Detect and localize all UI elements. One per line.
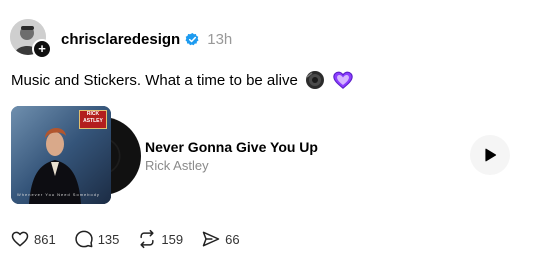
song-title[interactable]: Never Gonna Give You Up	[145, 139, 318, 155]
song-artist[interactable]: Rick Astley	[145, 158, 209, 173]
heart-icon	[11, 231, 29, 247]
reply-button[interactable]: 135	[74, 229, 120, 249]
share-count: 66	[225, 231, 240, 247]
repost-count: 159	[161, 231, 184, 247]
comment-icon	[75, 230, 93, 248]
post-timestamp: 13h	[207, 30, 233, 48]
like-button[interactable]: 861	[10, 229, 56, 249]
avatar-container[interactable]: +	[10, 19, 52, 59]
post-text: Music and Stickers. What a time to be al…	[11, 71, 298, 89]
post-header: chrisclaredesign 13h	[61, 29, 232, 49]
reply-count: 135	[97, 231, 120, 247]
post-actions: 861 135 159 66	[10, 229, 258, 249]
music-attachment[interactable]: RICK ASTLEY Whenever You Need Somebody	[11, 106, 141, 204]
send-icon	[202, 231, 220, 247]
repost-button[interactable]: 159	[137, 229, 183, 249]
username[interactable]: chrisclaredesign	[61, 31, 180, 48]
play-button[interactable]	[470, 135, 510, 175]
like-count: 861	[34, 231, 56, 247]
repost-icon	[140, 229, 154, 249]
purple-heart-sticker-icon	[332, 69, 354, 91]
play-icon	[485, 148, 497, 162]
speaker-sticker-icon	[304, 69, 326, 91]
album-cover-caption: Whenever You Need Somebody	[17, 192, 100, 197]
album-logo-bottom: ASTLEY	[83, 118, 103, 124]
album-logo-top: RICK	[86, 111, 100, 117]
album-logo: RICK ASTLEY	[79, 110, 107, 129]
share-button[interactable]: 66	[201, 229, 240, 249]
verified-badge-icon	[185, 32, 200, 47]
follow-button[interactable]: +	[32, 39, 52, 59]
album-cover[interactable]: RICK ASTLEY Whenever You Need Somebody	[11, 106, 111, 204]
post-body: Music and Stickers. What a time to be al…	[11, 69, 354, 91]
